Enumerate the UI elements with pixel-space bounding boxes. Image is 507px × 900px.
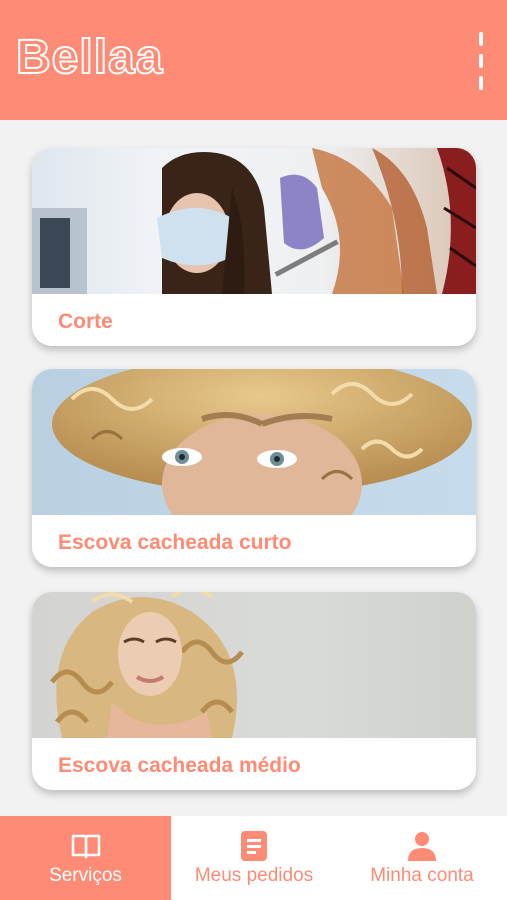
- medium-curly-hair-photo: [32, 592, 476, 738]
- more-vertical-icon: [479, 32, 483, 46]
- service-card-escova-medio[interactable]: Escova cacheada médio: [32, 592, 476, 790]
- service-label: Corte: [58, 310, 113, 333]
- haircut-photo: [32, 148, 476, 294]
- app-title: Bellaa: [15, 30, 164, 85]
- service-card-corte[interactable]: Corte: [32, 148, 476, 346]
- service-label: Escova cacheada médio: [58, 754, 301, 777]
- tab-label: Meus pedidos: [194, 865, 314, 886]
- tab-minha-conta[interactable]: Minha conta: [337, 816, 507, 900]
- tab-meus-pedidos[interactable]: Meus pedidos: [171, 816, 337, 900]
- service-label: Escova cacheada curto: [58, 531, 292, 554]
- tab-servicos[interactable]: Serviços: [0, 816, 171, 900]
- tab-label: Minha conta: [370, 865, 474, 886]
- short-curly-hair-photo: [32, 369, 476, 515]
- tab-label: Serviços: [49, 865, 122, 886]
- person-icon: [408, 831, 436, 861]
- book-icon: [71, 831, 101, 861]
- app-header: Bellaa: [0, 0, 507, 120]
- more-menu-button[interactable]: [466, 28, 496, 92]
- bottom-tab-bar: Serviços Meus pedidos Minha conta: [0, 816, 507, 900]
- service-card-escova-curto[interactable]: Escova cacheada curto: [32, 369, 476, 567]
- document-icon: [241, 831, 267, 861]
